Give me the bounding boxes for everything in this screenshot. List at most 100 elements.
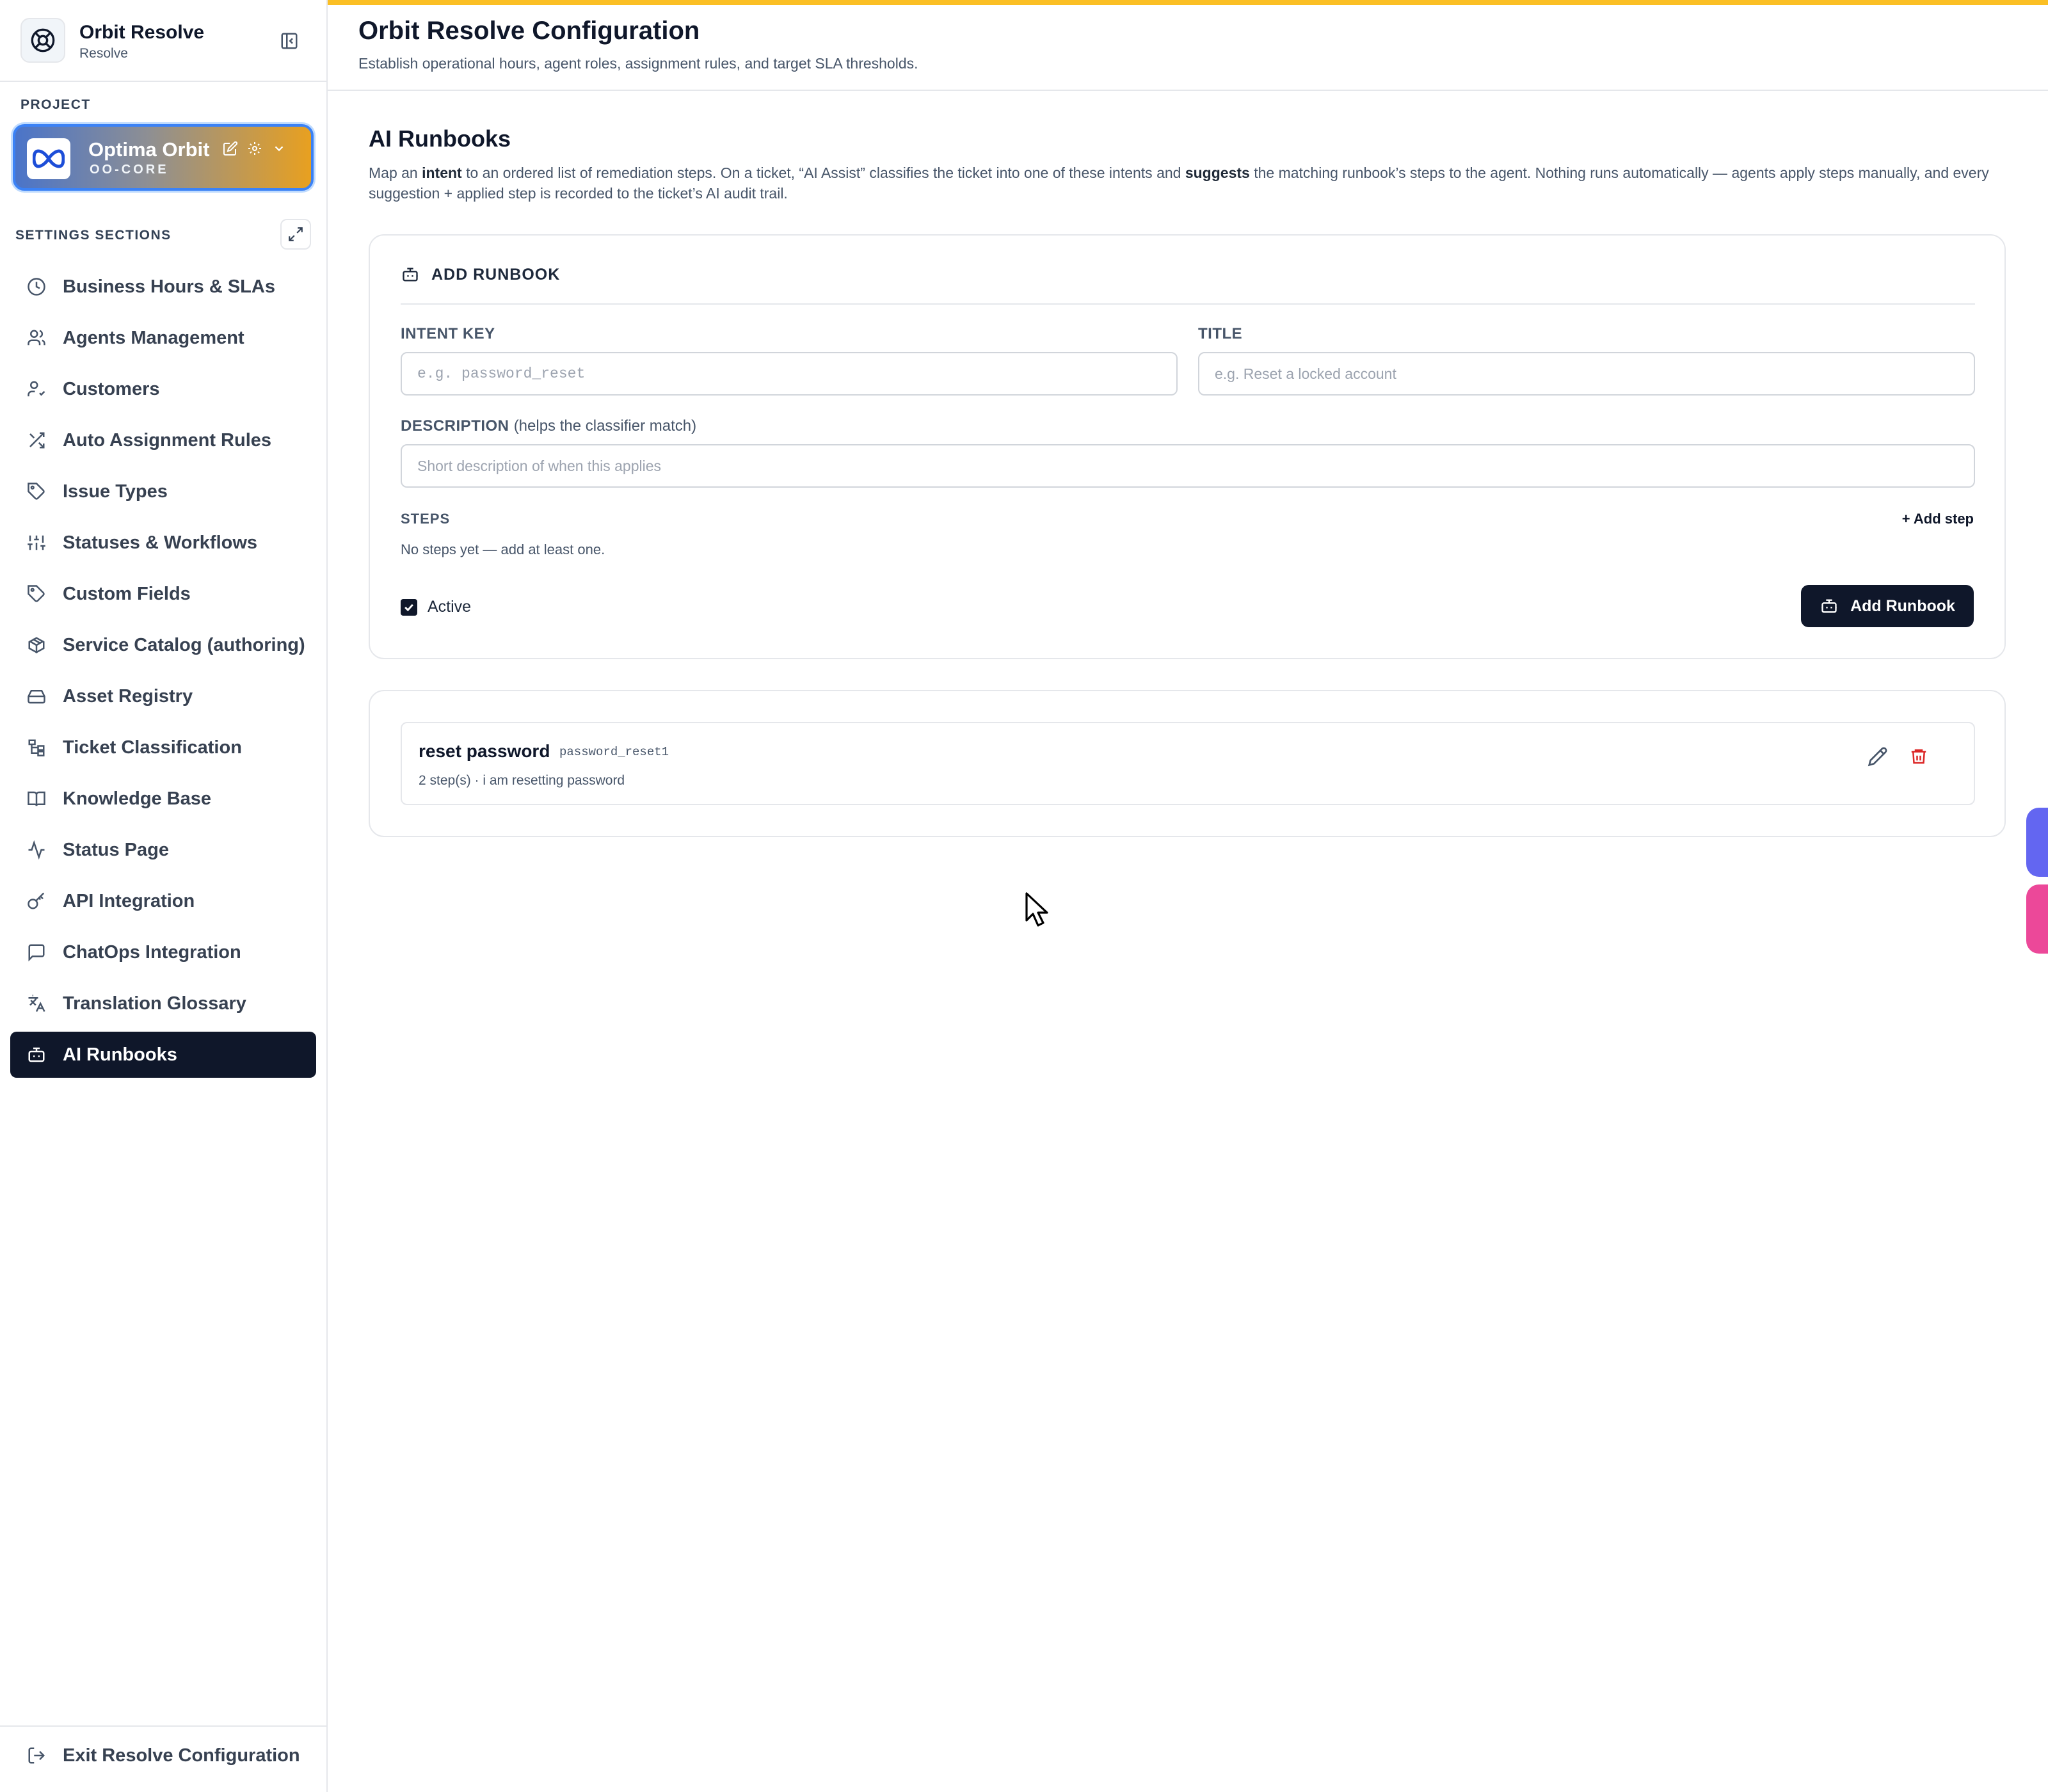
sidebar-item-statuses[interactable]: Statuses & Workflows (10, 520, 316, 566)
sidebar-item-status-page[interactable]: Status Page (10, 827, 316, 873)
bot-icon (26, 1044, 47, 1066)
floating-action-button[interactable] (2026, 884, 2048, 954)
runbook-meta: 2 step(s) · i am resetting password (419, 773, 625, 788)
header-divider (328, 90, 2048, 91)
sidebar-item-asset-registry[interactable]: Asset Registry (10, 673, 316, 719)
sidebar-item-label: Ticket Classification (63, 737, 242, 758)
add-runbook-card: ADD RUNBOOK INTENT KEY TITLE DESCRIPTION… (369, 234, 2006, 659)
sidebar-item-issue-types[interactable]: Issue Types (10, 468, 316, 515)
project-label: PROJECT (20, 97, 91, 112)
runbook-title: reset password (419, 741, 550, 761)
sidebar-item-custom-fields[interactable]: Custom Fields (10, 571, 316, 617)
mouse-cursor-icon (1025, 892, 1048, 927)
sidebar-item-knowledge-base[interactable]: Knowledge Base (10, 776, 316, 822)
expand-icon[interactable] (280, 219, 311, 250)
description-label-text: DESCRIPTION (401, 417, 509, 435)
chevron-down-icon[interactable] (270, 140, 288, 157)
title-input[interactable] (1198, 352, 1975, 396)
add-step-button[interactable]: + Add step (1902, 511, 1974, 527)
add-runbook-button-label: Add Runbook (1850, 596, 1955, 615)
desc-strong: suggests (1185, 164, 1250, 181)
bot-icon (401, 265, 420, 284)
hard-drive-icon (26, 685, 47, 707)
sidebar-item-translation-glossary[interactable]: Translation Glossary (10, 980, 316, 1027)
book-icon (26, 788, 47, 810)
project-key: OO-CORE (90, 163, 169, 177)
exit-label: Exit Resolve Configuration (63, 1745, 300, 1766)
activity-icon (26, 839, 47, 861)
sidebar-item-label: ChatOps Integration (63, 941, 241, 963)
sidebar-item-agents[interactable]: Agents Management (10, 315, 316, 361)
log-out-icon (26, 1745, 47, 1766)
add-runbook-button[interactable]: Add Runbook (1801, 585, 1974, 627)
active-label: Active (428, 598, 472, 616)
settings-sections-label: SETTINGS SECTIONS (15, 228, 172, 243)
sidebar-item-api-integration[interactable]: API Integration (10, 878, 316, 924)
add-runbook-heading: ADD RUNBOOK (401, 265, 560, 284)
description-input[interactable] (401, 444, 1975, 488)
languages-icon (26, 993, 47, 1014)
floating-action-button[interactable] (2026, 808, 2048, 877)
users-icon (26, 327, 47, 349)
sidebar-item-label: Agents Management (63, 327, 244, 348)
description-hint: (helps the classifier match) (513, 417, 697, 435)
gear-icon[interactable] (246, 140, 264, 157)
settings-nav: Business Hours & SLAs Agents Management … (10, 264, 316, 1083)
trash-icon[interactable] (1906, 744, 1932, 769)
section-description: Map an intent to an ordered list of reme… (369, 163, 1994, 204)
tag-icon (26, 583, 47, 605)
exit-configuration-button[interactable]: Exit Resolve Configuration (26, 1745, 300, 1766)
sidebar-item-label: Translation Glossary (63, 993, 246, 1014)
package-icon (26, 634, 47, 656)
edit-project-icon[interactable] (221, 140, 239, 157)
description-label: DESCRIPTION (helps the classifier match) (401, 417, 696, 435)
user-check-icon (26, 378, 47, 400)
add-runbook-heading-text: ADD RUNBOOK (431, 265, 561, 284)
page-title: Orbit Resolve Configuration (358, 17, 700, 45)
sidebar-item-label: AI Runbooks (63, 1044, 177, 1065)
sidebar-item-chatops[interactable]: ChatOps Integration (10, 929, 316, 975)
shuffle-icon (26, 429, 47, 451)
page-subtitle: Establish operational hours, agent roles… (358, 55, 918, 72)
sidebar-item-label: Business Hours & SLAs (63, 276, 275, 297)
divider (401, 303, 1975, 305)
pencil-icon[interactable] (1865, 744, 1891, 769)
runbook-intent-key: password_reset1 (559, 745, 669, 759)
sidebar-item-label: Asset Registry (63, 685, 193, 707)
sidebar-item-label: Issue Types (63, 481, 168, 502)
sidebar-item-ai-runbooks[interactable]: AI Runbooks (10, 1032, 316, 1078)
lifebuoy-icon (20, 18, 65, 63)
project-logo-icon (27, 138, 70, 179)
project-selector[interactable]: Optima Orbit OO-CORE (13, 124, 314, 191)
project-name: Optima Orbit (88, 138, 210, 161)
sliders-icon (26, 532, 47, 554)
active-toggle[interactable]: Active (401, 598, 471, 616)
sidebar: Orbit Resolve Resolve PROJECT Optima Orb… (0, 0, 328, 1792)
section-title: AI Runbooks (369, 125, 511, 152)
intent-key-label: INTENT KEY (401, 325, 495, 342)
collapse-sidebar-icon[interactable] (275, 27, 303, 55)
desc-strong: intent (422, 164, 462, 181)
tag-icon (26, 481, 47, 502)
sidebar-item-business-hours[interactable]: Business Hours & SLAs (10, 264, 316, 310)
sidebar-item-service-catalog[interactable]: Service Catalog (authoring) (10, 622, 316, 668)
divider (0, 81, 326, 82)
clock-icon (26, 276, 47, 298)
desc-text: Map an (369, 164, 422, 181)
tree-icon (26, 737, 47, 758)
sidebar-item-ticket-classification[interactable]: Ticket Classification (10, 724, 316, 771)
brand: Orbit Resolve Resolve (20, 18, 307, 64)
sidebar-item-customers[interactable]: Customers (10, 366, 316, 412)
divider (0, 1725, 326, 1727)
intent-key-input[interactable] (401, 352, 1178, 396)
sidebar-item-label: Knowledge Base (63, 788, 212, 809)
steps-label: STEPS (401, 511, 451, 527)
active-checkbox[interactable] (401, 598, 417, 616)
sidebar-item-label: Service Catalog (authoring) (63, 634, 305, 655)
sidebar-item-label: Customers (63, 378, 160, 399)
desc-text: to an ordered list of remediation steps.… (461, 164, 1185, 181)
app-subtitle: Resolve (79, 46, 128, 61)
sidebar-item-auto-assignment[interactable]: Auto Assignment Rules (10, 417, 316, 463)
list-item[interactable]: reset password password_reset1 2 step(s)… (401, 722, 1975, 805)
sidebar-item-label: Statuses & Workflows (63, 532, 258, 553)
